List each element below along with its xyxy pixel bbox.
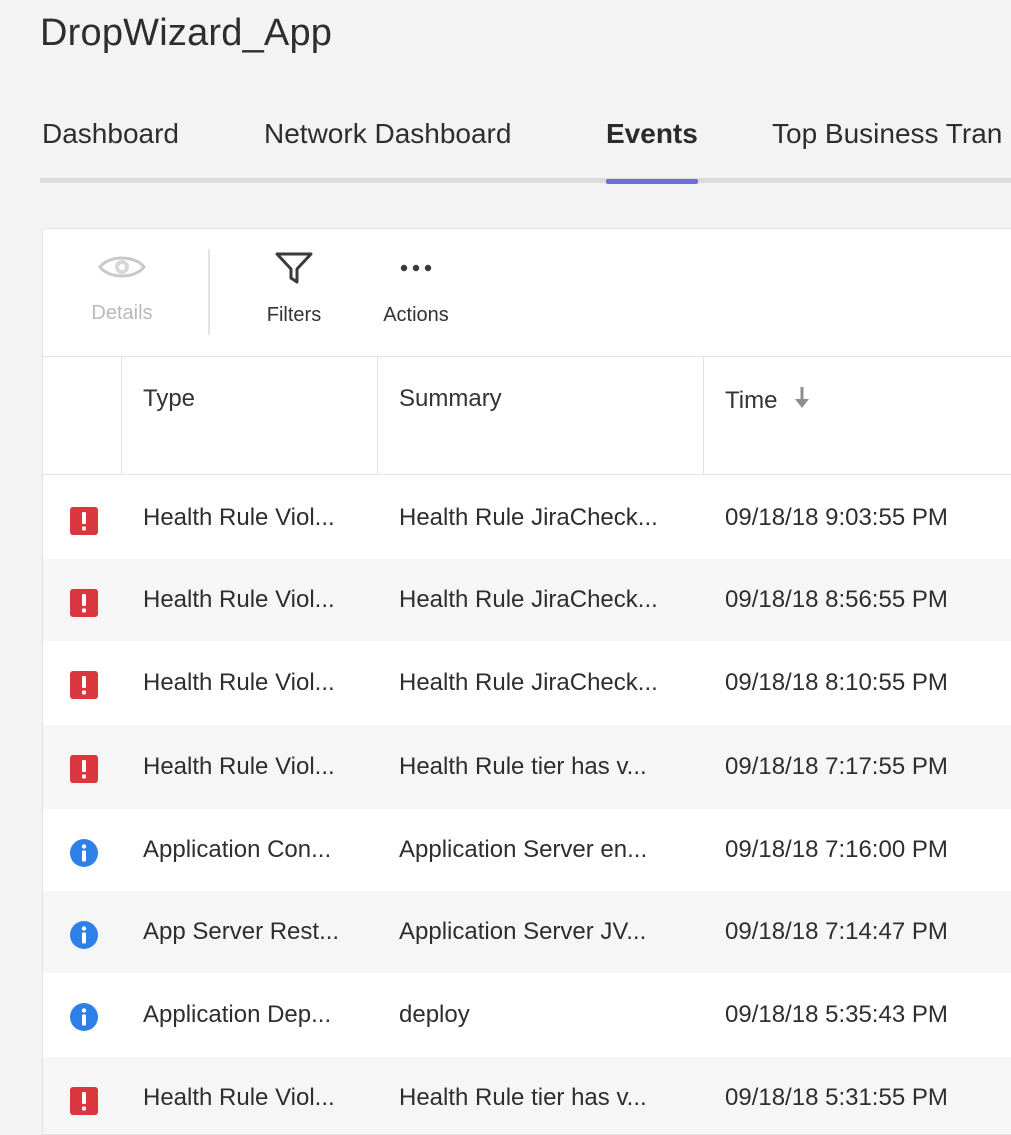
details-label: Details xyxy=(91,302,153,324)
row-time: 09/18/18 7:14:47 PM xyxy=(725,918,948,945)
column-header-type-label: Type xyxy=(143,385,196,412)
row-type: Application Con... xyxy=(143,836,332,863)
tab-dashboard[interactable]: Dashboard xyxy=(42,118,179,150)
app-title: DropWizard_App xyxy=(40,12,333,54)
row-type: Health Rule Viol... xyxy=(143,1084,335,1111)
column-header-type[interactable]: Type xyxy=(121,357,377,475)
filter-icon xyxy=(274,251,314,290)
row-time: 09/18/18 8:10:55 PM xyxy=(725,669,948,696)
active-tab-indicator xyxy=(606,179,698,184)
sort-descending-icon xyxy=(792,385,812,418)
table-row[interactable]: Health Rule Viol... Health Rule JiraCheck… xyxy=(43,477,1011,559)
error-icon xyxy=(69,754,99,783)
details-button[interactable]: Details xyxy=(87,251,157,325)
actions-label: Actions xyxy=(383,304,449,326)
tab-bar: Dashboard Network Dashboard Events Top B… xyxy=(40,112,1011,184)
tab-top-business-transactions[interactable]: Top Business Tran xyxy=(772,118,1002,150)
row-summary: Health Rule JiraCheck... xyxy=(399,504,658,531)
table-header: Type Summary Time xyxy=(43,357,1011,475)
table-row[interactable]: Application Con... Application Server en.… xyxy=(43,809,1011,891)
table-row[interactable]: Health Rule Viol... Health Rule tier has … xyxy=(43,1057,1011,1134)
toolbar: Details Filters Actions xyxy=(43,229,1011,357)
row-time: 09/18/18 9:03:55 PM xyxy=(725,504,948,531)
tab-events[interactable]: Events xyxy=(606,118,698,184)
row-time: 09/18/18 5:35:43 PM xyxy=(725,1001,948,1028)
row-type: Health Rule Viol... xyxy=(143,669,335,696)
tab-top-business-transactions-label: Top Business Tran xyxy=(772,118,1003,149)
filters-button[interactable]: Filters xyxy=(261,251,327,327)
row-type: Application Dep... xyxy=(143,1001,332,1028)
tab-network-dashboard[interactable]: Network Dashboard xyxy=(264,118,511,150)
error-icon xyxy=(69,670,99,699)
tab-dashboard-label: Dashboard xyxy=(42,118,179,149)
more-icon xyxy=(396,251,436,290)
table-row[interactable]: Application Dep... deploy 09/18/18 5:35:43… xyxy=(43,973,1011,1057)
filters-label: Filters xyxy=(266,304,322,326)
column-header-summary-label: Summary xyxy=(399,385,502,412)
column-header-summary[interactable]: Summary xyxy=(377,357,703,475)
column-header-time[interactable]: Time xyxy=(703,357,1011,475)
error-icon xyxy=(69,506,99,535)
row-type: App Server Rest... xyxy=(143,918,340,945)
row-time: 09/18/18 7:16:00 PM xyxy=(725,836,948,863)
table-row[interactable]: Health Rule Viol... Health Rule JiraCheck… xyxy=(43,559,1011,641)
table-row[interactable]: Health Rule Viol... Health Rule tier has … xyxy=(43,725,1011,809)
row-time: 09/18/18 5:31:55 PM xyxy=(725,1084,948,1111)
tab-network-dashboard-label: Network Dashboard xyxy=(264,118,512,149)
row-summary: Application Server en... xyxy=(399,836,648,863)
row-summary: Health Rule tier has v... xyxy=(399,753,647,780)
tab-events-label: Events xyxy=(606,118,698,149)
row-summary: Application Server JV... xyxy=(399,918,647,945)
row-type: Health Rule Viol... xyxy=(143,504,335,531)
row-summary: Health Rule JiraCheck... xyxy=(399,586,658,613)
error-icon xyxy=(69,1086,99,1115)
table-row[interactable]: App Server Rest... Application Server JV.… xyxy=(43,891,1011,973)
row-summary: Health Rule tier has v... xyxy=(399,1084,647,1111)
eye-icon xyxy=(97,251,147,288)
actions-button[interactable]: Actions xyxy=(377,251,455,327)
tab-bar-divider xyxy=(40,178,1011,183)
info-icon xyxy=(69,838,99,867)
info-icon xyxy=(69,920,99,949)
row-summary: deploy xyxy=(399,1001,470,1028)
events-panel: Details Filters Actions Type Summary Tim… xyxy=(42,228,1011,1135)
toolbar-separator xyxy=(208,249,210,335)
row-time: 09/18/18 7:17:55 PM xyxy=(725,753,948,780)
column-header-time-label: Time xyxy=(725,386,778,414)
row-type: Health Rule Viol... xyxy=(143,586,335,613)
row-type: Health Rule Viol... xyxy=(143,753,335,780)
row-time: 09/18/18 8:56:55 PM xyxy=(725,586,948,613)
row-summary: Health Rule JiraCheck... xyxy=(399,669,658,696)
table-row[interactable]: Health Rule Viol... Health Rule JiraCheck… xyxy=(43,641,1011,725)
error-icon xyxy=(69,588,99,617)
info-icon xyxy=(69,1002,99,1031)
